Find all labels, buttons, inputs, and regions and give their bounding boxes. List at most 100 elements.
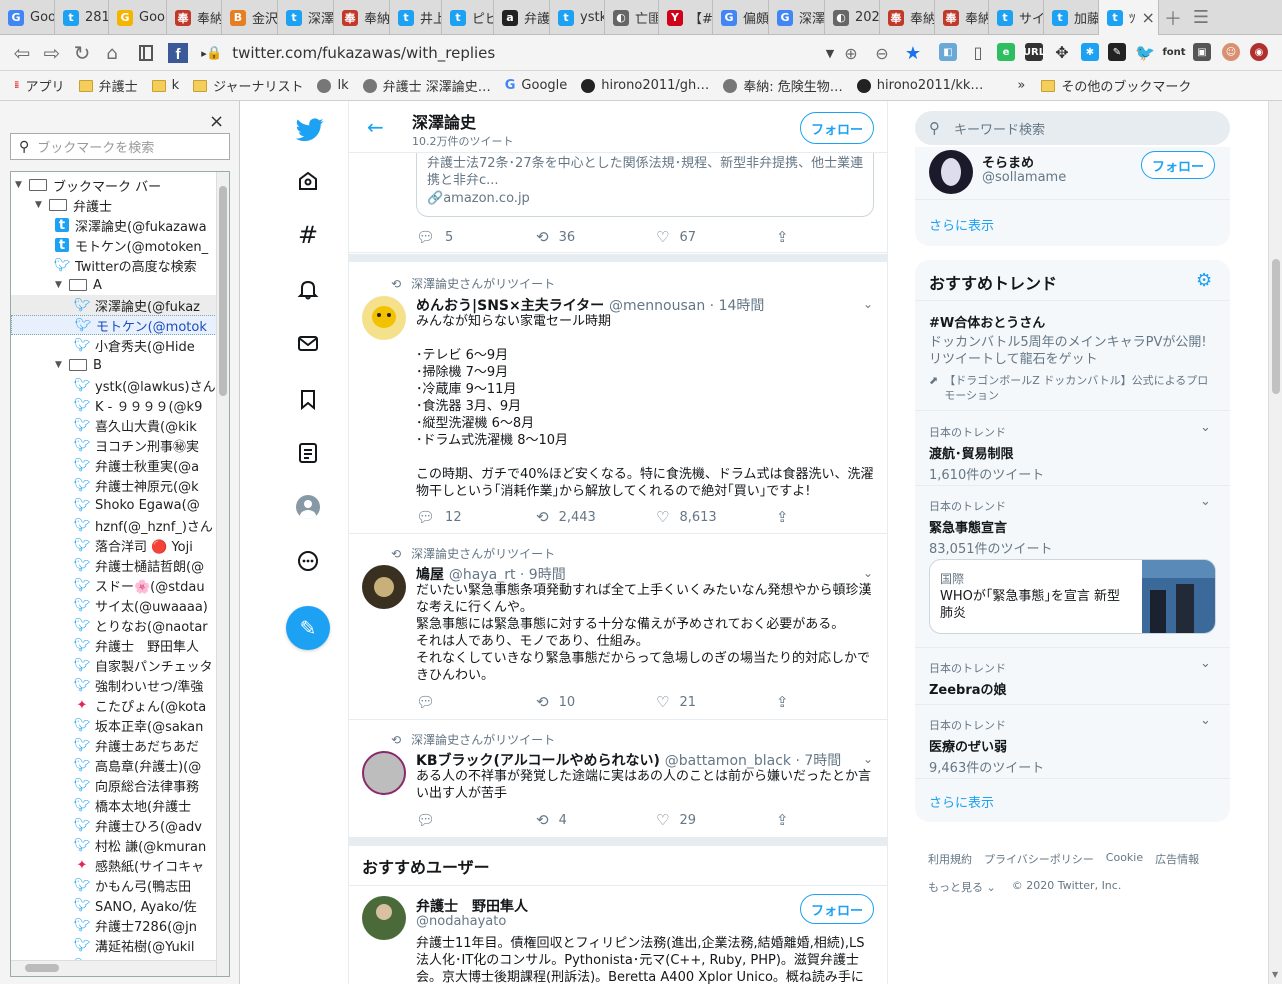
bookmark-item[interactable]: 🐦︎ とりなお(@naotar — [11, 615, 217, 635]
reply-button[interactable]: 💬︎ — [416, 692, 536, 712]
tweet[interactable]: ⟲ 深澤論史さんがリツイート めんおう|SNS×主夫ライター @mennousan… — [349, 262, 887, 534]
bookmark-item[interactable]: 🐦︎ 弁護士樋詰哲朗(@ — [11, 555, 217, 575]
chevron-down-icon[interactable]: ⌄ — [1200, 420, 1211, 435]
bookmark-item[interactable]: 🐦︎ 坂本正幸(@sakan — [11, 715, 217, 735]
bookmark-item[interactable]: 🐦︎ hznf(@_hznf_)さん — [11, 515, 217, 535]
home-icon[interactable] — [296, 169, 320, 193]
chevron-down-icon[interactable]: ⌄ — [1200, 656, 1211, 671]
footer-link[interactable]: 利用規約 — [928, 851, 972, 867]
share-button[interactable]: ⇪ — [776, 810, 796, 830]
bookmark-folder[interactable]: ▼ ブックマーク バー — [11, 175, 217, 195]
profile-avatar-icon[interactable]: ☺ — [1222, 43, 1240, 61]
compose-tweet-button[interactable]: ✎ — [286, 606, 330, 650]
browser-tab[interactable]: G Goo — [109, 0, 167, 35]
bookmark-icon[interactable]: ▯ — [969, 43, 987, 62]
browser-tab[interactable]: t 加藤 — [1044, 0, 1099, 35]
bookmark-item[interactable]: 🐦︎ K - ９９９９(@k9 — [11, 395, 217, 415]
bookmark-item[interactable]: 弁護士 — [78, 76, 138, 95]
scroll-down-arrow-icon[interactable]: ▼ — [1272, 970, 1278, 979]
bookmark-item[interactable]: 奉納: 危険生物… — [723, 76, 843, 95]
tweet[interactable]: ⟲ 深澤論史さんがリツイート KBブラック(アルコールやめられない) @batta… — [349, 721, 887, 838]
bookmark-item[interactable]: 🐦︎ サイ太(@uwaaaa) — [11, 595, 217, 615]
browser-tab[interactable]: G 深澤 — [769, 0, 825, 35]
user-name[interactable]: そらまめ — [982, 152, 1034, 171]
news-card[interactable]: 国際 WHOが｢緊急事態｣を宣言 新型肺炎 — [929, 559, 1216, 634]
browser-tab[interactable]: 奉奉納 — [334, 0, 390, 35]
share-button[interactable]: ⇪ — [776, 227, 796, 247]
browser-tab[interactable]: t 深澤 — [278, 0, 334, 35]
avatar[interactable] — [929, 150, 973, 194]
bookmark-star-icon[interactable]: ★ — [901, 41, 925, 65]
bookmark-item[interactable]: 🐦︎ Twitterの高度な検索 — [11, 255, 217, 275]
url-shortener-icon[interactable]: URL — [1023, 43, 1045, 61]
retweet-button[interactable]: ⟲ 2,443 — [536, 507, 656, 527]
show-more-link[interactable]: さらに表示 — [929, 792, 994, 811]
browser-tab[interactable]: 奉奉納 — [167, 0, 222, 35]
bookmark-item[interactable]: ⁞⁞⁞ アプリ — [14, 76, 65, 95]
extension-4-icon[interactable]: ◉ — [1250, 43, 1268, 61]
footer-link[interactable]: プライバシーポリシー — [984, 851, 1094, 867]
like-button[interactable]: ♡ 29 — [656, 810, 776, 830]
bookmark-overflow-button[interactable]: » — [1017, 78, 1025, 93]
like-button[interactable]: ♡ 67 — [656, 227, 776, 247]
trend-item[interactable]: 日本のトレンド 医療のぜい弱 9,463件のツイート — [929, 717, 1219, 776]
browser-tab[interactable]: 奉奉納 — [935, 0, 989, 35]
bookmark-item[interactable]: ジャーナリスト — [193, 76, 303, 95]
twitter-extension-icon[interactable]: 🐦 — [1135, 43, 1155, 62]
bookmark-item[interactable]: 🐦︎ 弁護士 野田隼人 — [11, 635, 217, 655]
home-icon[interactable]: ⌂ — [100, 41, 124, 65]
extension-2-icon[interactable]: ✱ — [1081, 43, 1099, 61]
browser-tab[interactable]: ◐ 亡匪 — [605, 0, 659, 35]
bookmark-item[interactable]: k — [151, 78, 179, 93]
user-cell[interactable]: 弁護士 野田隼人 @nodahayato フォロー 弁護士11年目。債権回収とフ… — [349, 886, 887, 984]
bookmark-item[interactable]: ✦ こたぴょん(@kota — [11, 695, 217, 715]
tree-vertical-scrollbar[interactable] — [216, 172, 229, 976]
sidebar-close-icon[interactable]: × — [209, 111, 224, 132]
bookmark-item[interactable]: t 深澤論史(@fukazawa — [11, 215, 217, 235]
reload-icon[interactable]: ↻ — [70, 41, 94, 65]
retweet-button[interactable]: ⟲ 4 — [536, 810, 656, 830]
link-card[interactable]: 弁護士法72条･27条を中心とした関係法規･規程、新型非弁提携、他士業連携と非弁… — [416, 143, 874, 217]
url-bar[interactable]: 🔒 twitter.com/fukazawas/with_replies — [206, 41, 866, 65]
share-button[interactable]: ⇪ — [776, 692, 796, 712]
evernote-icon[interactable]: e — [997, 43, 1015, 61]
chevron-down-icon[interactable]: ⌄ — [863, 566, 873, 580]
bookmark-item[interactable]: hirono2011/kk… — [856, 78, 983, 93]
font-extension-icon[interactable]: font — [1162, 43, 1185, 61]
settings-gear-icon[interactable]: ⚙ — [1196, 270, 1212, 291]
expand-arrow-icon[interactable]: ▼ — [15, 180, 25, 190]
follow-button[interactable]: フォロー — [800, 894, 874, 924]
show-more-link[interactable]: さらに表示 — [929, 215, 994, 234]
bookmark-item[interactable]: hirono2011/gh… — [581, 78, 709, 93]
chevron-down-icon[interactable]: ⌄ — [863, 297, 873, 311]
page-scroll-thumb[interactable] — [1272, 259, 1280, 394]
follow-button[interactable]: フォロー — [800, 112, 874, 144]
follow-button[interactable]: フォロー — [1141, 151, 1215, 179]
browser-tab[interactable]: t ystk — [550, 0, 605, 35]
avatar[interactable] — [362, 896, 406, 940]
bookmark-item[interactable]: 🐦︎ 弁護士秋重実(@a — [11, 455, 217, 475]
extension-3-icon[interactable]: ▣ — [1193, 43, 1211, 61]
like-button[interactable]: ♡ 8,613 — [656, 507, 776, 527]
lists-icon[interactable] — [296, 441, 320, 465]
bookmark-item[interactable]: 🐦︎ 弁護士あだちあだ — [11, 735, 217, 755]
bookmark-search-input[interactable]: ⚲ ブックマークを検索 — [10, 133, 230, 160]
messages-envelope-icon[interactable] — [296, 331, 320, 355]
profile-icon[interactable] — [296, 495, 320, 519]
explore-hashtag-icon[interactable]: # — [296, 221, 320, 249]
browser-tab[interactable]: G Goo — [0, 0, 55, 35]
bookmark-folder[interactable]: ▼ B — [11, 355, 217, 375]
bookmark-folder[interactable]: ▼ 弁護士 — [11, 195, 217, 215]
browser-tab[interactable]: t 井上 — [390, 0, 442, 35]
forward-icon[interactable]: ⇨ — [40, 41, 64, 65]
library-icon[interactable] — [134, 41, 158, 65]
bookmark-item[interactable]: 🐦︎ 自家製パンチェッタ — [11, 655, 217, 675]
avatar[interactable] — [362, 565, 406, 609]
browser-tab[interactable]: G 偏頗 — [713, 0, 769, 35]
reply-button[interactable]: 💬︎ 5 — [416, 227, 536, 247]
bookmarks-icon[interactable] — [296, 387, 320, 411]
tweet[interactable]: 弁護士法72条･27条を中心とした関係法規･規程、新型非弁提携、他士業連携と非弁… — [349, 143, 887, 253]
footer-link[interactable]: Cookie — [1106, 851, 1143, 867]
back-arrow-icon[interactable]: ← — [367, 115, 384, 139]
bookmark-item[interactable]: t モトケン(@motoken_ — [11, 235, 217, 255]
